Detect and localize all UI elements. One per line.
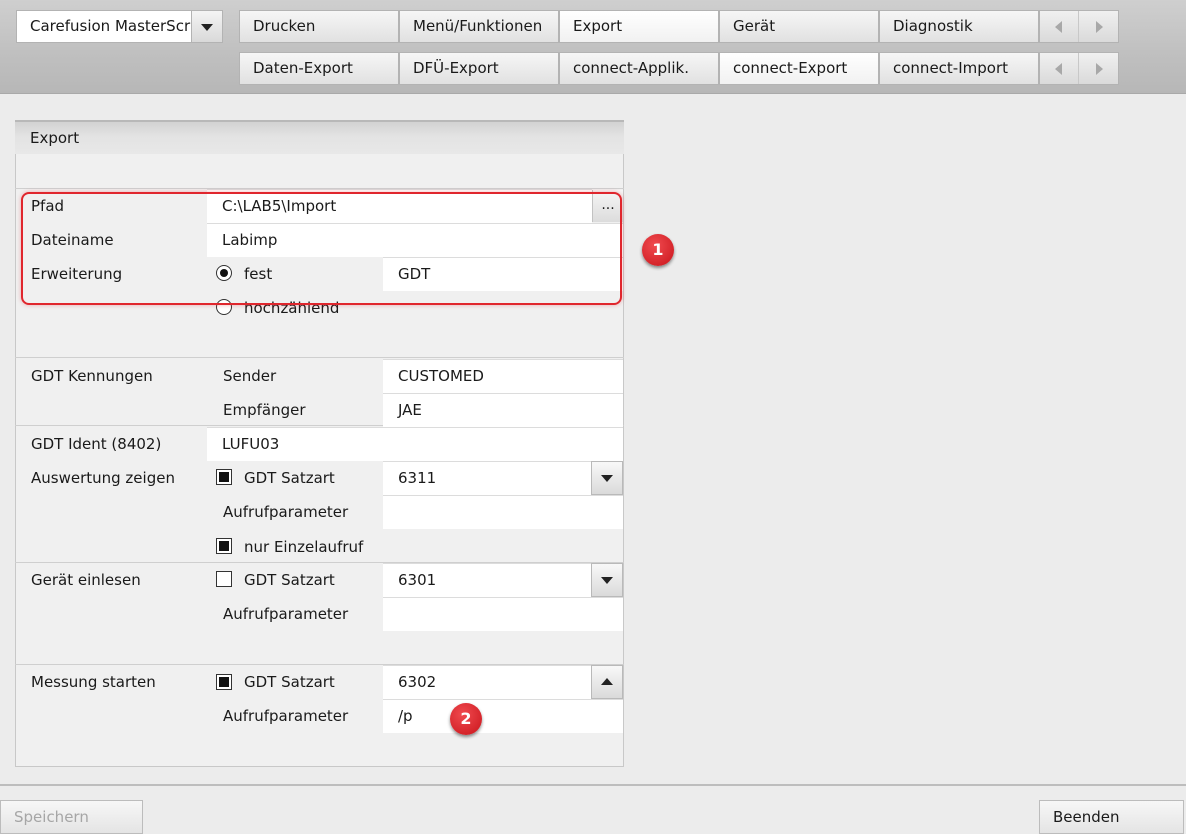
- read-device-satzart-select[interactable]: 6301: [383, 563, 591, 597]
- read-device-param-input[interactable]: [383, 597, 623, 631]
- start-meas-satzart-select[interactable]: 6302: [383, 665, 591, 699]
- tab-row1-prev-button[interactable]: [1040, 11, 1079, 42]
- start-meas-satzart-dropdown-button[interactable]: [591, 665, 623, 699]
- device-select[interactable]: Carefusion MasterScr: [16, 10, 223, 43]
- chevron-up-icon: [601, 678, 613, 685]
- show-eval-satzart-select[interactable]: 6311: [383, 461, 591, 495]
- chevron-down-icon: [601, 577, 613, 584]
- ext-counting-radio[interactable]: [216, 299, 232, 315]
- single-call-label: nur Einzelaufruf: [244, 538, 364, 556]
- tab-drucken[interactable]: Drucken: [239, 10, 399, 43]
- show-eval-checkbox[interactable]: [216, 469, 232, 485]
- tab-menu-funktionen[interactable]: Menü/Funktionen: [399, 10, 559, 43]
- start-meas-param-label: Aufrufparameter: [223, 707, 349, 725]
- arrow-left-icon: [1055, 20, 1062, 33]
- gdt-ident-label: GDT Ident (8402): [31, 435, 162, 453]
- start-meas-param-input[interactable]: /p: [383, 699, 623, 733]
- show-eval-param-label: Aufrufparameter: [223, 503, 349, 521]
- tab-row2-prev-button[interactable]: [1040, 53, 1079, 84]
- ext-fixed-input[interactable]: GDT: [383, 257, 623, 291]
- save-button[interactable]: Speichern: [0, 800, 143, 834]
- start-meas-label: Messung starten: [31, 673, 156, 691]
- extension-label: Erweiterung: [31, 265, 123, 283]
- start-meas-satzart-label: GDT Satzart: [244, 673, 335, 691]
- chevron-down-icon: [201, 23, 213, 31]
- tab-row2-next-button[interactable]: [1079, 53, 1118, 84]
- tab-connect-import[interactable]: connect-Import: [879, 52, 1039, 85]
- read-device-param-label: Aufrufparameter: [223, 605, 349, 623]
- device-select-value: Carefusion MasterScr: [30, 17, 191, 35]
- export-panel-title: Export: [15, 120, 624, 154]
- browse-button[interactable]: ...: [592, 190, 623, 222]
- gdt-ids-label: GDT Kennungen: [31, 367, 153, 385]
- ext-counting-label: hochzählend: [244, 299, 340, 317]
- tab-daten-export[interactable]: Daten-Export: [239, 52, 399, 85]
- read-device-satzart-label: GDT Satzart: [244, 571, 335, 589]
- tab-diagnostik[interactable]: Diagnostik: [879, 10, 1039, 43]
- arrow-right-icon: [1095, 62, 1103, 75]
- tab-connect-applik[interactable]: connect-Applik.: [559, 52, 719, 85]
- tab-row1-scroller: [1039, 10, 1119, 43]
- tab-export[interactable]: Export: [559, 10, 719, 43]
- tab-connect-export[interactable]: connect-Export: [719, 52, 879, 85]
- receiver-input[interactable]: JAE: [383, 393, 623, 427]
- start-meas-checkbox[interactable]: [216, 674, 232, 690]
- chevron-down-icon: [601, 475, 613, 482]
- show-eval-satzart-label: GDT Satzart: [244, 469, 335, 487]
- show-eval-param-input[interactable]: [383, 495, 623, 529]
- device-select-dropdown-button[interactable]: [191, 11, 222, 42]
- single-call-checkbox[interactable]: [216, 538, 232, 554]
- read-device-label: Gerät einlesen: [31, 571, 141, 589]
- read-device-satzart-dropdown-button[interactable]: [591, 563, 623, 597]
- annotation-badge-2: 2: [450, 703, 482, 735]
- path-input[interactable]: C:\LAB5\Import: [207, 189, 592, 223]
- filename-label: Dateiname: [31, 231, 114, 249]
- tab-row1-next-button[interactable]: [1079, 11, 1118, 42]
- section-divider: [15, 357, 624, 358]
- path-label: Pfad: [31, 197, 65, 215]
- tab-row2-scroller: [1039, 52, 1119, 85]
- ext-fixed-radio[interactable]: [216, 265, 232, 281]
- tab-dfue-export[interactable]: DFÜ-Export: [399, 52, 559, 85]
- receiver-label: Empfänger: [223, 401, 306, 419]
- tab-geraet[interactable]: Gerät: [719, 10, 879, 43]
- gdt-ident-input[interactable]: LUFU03: [207, 427, 623, 461]
- sender-label: Sender: [223, 367, 277, 385]
- exit-button[interactable]: Beenden: [1039, 800, 1184, 834]
- ext-fixed-label: fest: [244, 265, 273, 283]
- filename-input[interactable]: Labimp: [207, 223, 623, 257]
- annotation-badge-1: 1: [642, 234, 674, 266]
- arrow-right-icon: [1095, 20, 1103, 33]
- show-eval-satzart-dropdown-button[interactable]: [591, 461, 623, 495]
- arrow-left-icon: [1055, 62, 1062, 75]
- show-eval-label: Auswertung zeigen: [31, 469, 175, 487]
- sender-input[interactable]: CUSTOMED: [383, 359, 623, 393]
- read-device-checkbox[interactable]: [216, 571, 232, 587]
